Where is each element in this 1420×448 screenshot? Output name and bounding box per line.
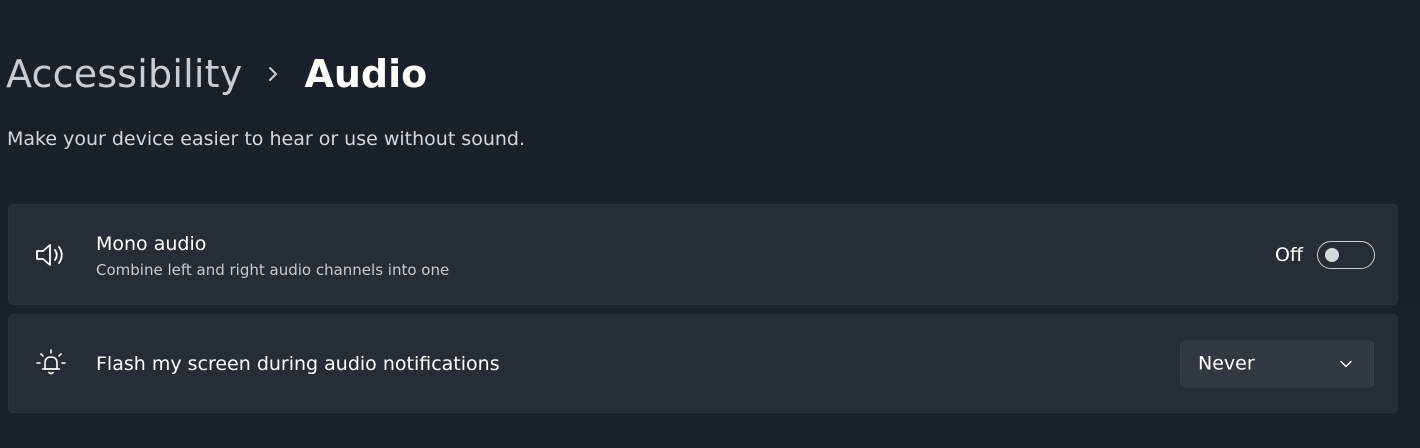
speaker-icon (34, 238, 68, 272)
setting-title: Flash my screen during audio notificatio… (96, 353, 500, 375)
toggle-state-label: Off (1274, 243, 1303, 266)
setting-description: Combine left and right audio channels in… (96, 261, 450, 279)
chevron-down-icon (1339, 357, 1353, 371)
setting-mono-audio: Mono audio Combine left and right audio … (8, 204, 1398, 305)
page-description: Make your device easier to hear or use w… (7, 128, 526, 150)
settings-page: Accessibility Audio Make your device eas… (0, 0, 1420, 448)
mono-audio-toggle-group: Off (1274, 240, 1375, 269)
bell-flash-icon (34, 347, 68, 381)
setting-title: Mono audio (96, 233, 207, 255)
breadcrumb-accessibility[interactable]: Accessibility (6, 52, 242, 96)
breadcrumb: Accessibility Audio (6, 46, 427, 102)
setting-flash-screen: Flash my screen during audio notificatio… (8, 314, 1398, 413)
toggle-knob (1325, 247, 1339, 262)
mono-audio-toggle[interactable] (1317, 240, 1375, 269)
page-title: Audio (304, 52, 428, 96)
dropdown-selected-value: Never (1198, 352, 1255, 375)
chevron-right-icon (242, 65, 304, 83)
flash-screen-dropdown[interactable]: Never (1180, 340, 1374, 387)
